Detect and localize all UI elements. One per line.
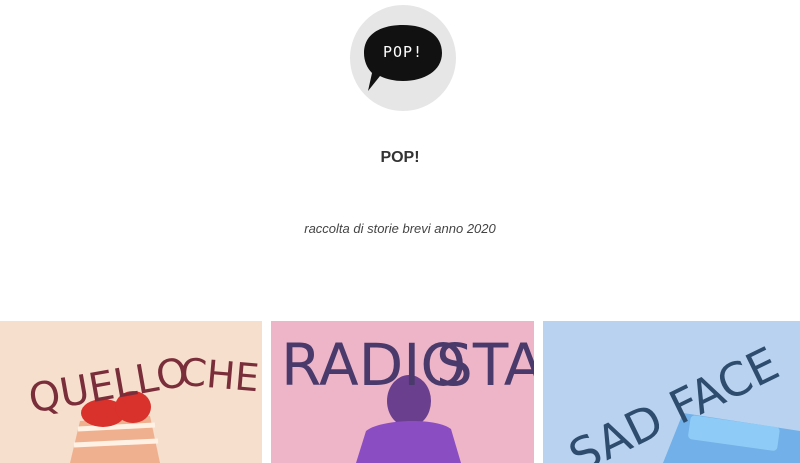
page-title: POP! — [380, 149, 420, 166]
story-card-radio-star[interactable]: RADIO STAR — [271, 321, 534, 463]
avatar[interactable]: POP! — [350, 5, 456, 111]
story-card-sad-face[interactable]: SAD FACE — [543, 321, 800, 463]
card-title-word2: CHE — [178, 349, 261, 401]
page-subtitle: raccolta di storie brevi anno 2020 — [304, 221, 496, 236]
card-title-word2: STAR — [436, 331, 534, 399]
story-card-quello-che[interactable]: QUELLO CHE — [0, 321, 262, 463]
logo-text: POP! — [382, 43, 424, 61]
